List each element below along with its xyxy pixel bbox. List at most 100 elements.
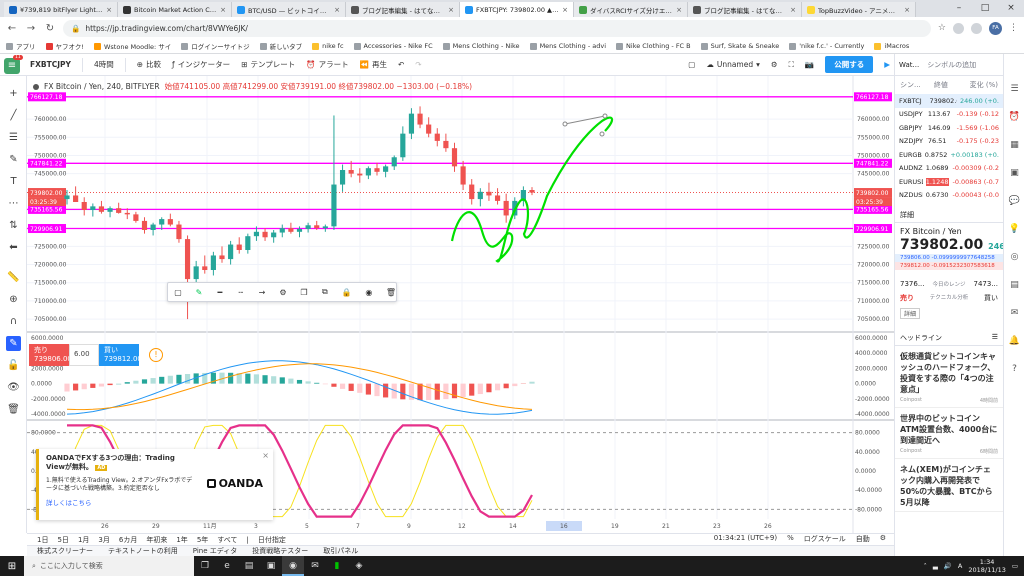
bookmark-item[interactable]: ヤフオク! (45, 41, 84, 51)
bookmark-item[interactable]: iMacros (874, 42, 909, 50)
watchlist-title[interactable]: Wat... (899, 61, 919, 69)
watchlist-icon[interactable]: ☰ (1008, 84, 1021, 97)
pattern-icon[interactable]: ⋯ (6, 196, 21, 211)
explorer-icon[interactable]: ▤ (238, 556, 260, 576)
add-symbol-button[interactable]: シンボルの追加 (927, 60, 976, 70)
brush-icon[interactable]: ✎ (6, 152, 21, 167)
crosshair-icon[interactable]: + (6, 86, 21, 101)
bookmark-item[interactable]: nike fc (312, 42, 344, 50)
close-icon[interactable]: × (220, 6, 226, 14)
fullscreen-button[interactable]: ⛶ (789, 60, 794, 70)
chart-area[interactable]: 26 29 11月 3 5 7 9 12 14 16 19 21 23 26 760000.00 760000… (27, 76, 894, 533)
close-icon[interactable]: × (676, 6, 682, 14)
calendar-icon[interactable]: ▣ (1008, 168, 1021, 181)
indicators-button[interactable]: ƒ インジケーター (172, 59, 230, 70)
news-item[interactable]: 仮想通貨ビットコインキャッシュのハードフォーク、投資をする際の「4つの注意点」 … (895, 346, 1003, 408)
watchlist-row[interactable]: NZDJPY 76.51 -0.175 (-0.23 (895, 135, 1003, 149)
range-5d[interactable]: 5日 (57, 535, 68, 545)
browser-tab[interactable]: ブログ記事編集 - はてなブログ × (688, 2, 802, 17)
oanda-ad-banner[interactable]: OANDAでFXする3つの理由：Trading Viewが無料。 AD 1.無料… (36, 449, 273, 520)
close-icon[interactable]: × (262, 451, 269, 460)
trash-icon[interactable]: 🗑 (6, 402, 21, 417)
magnet-icon[interactable]: ∩ (6, 314, 21, 329)
minimize-icon[interactable]: – (946, 0, 972, 17)
close-icon[interactable]: × (448, 6, 454, 14)
watchlist-row[interactable]: FXBTCJ 739802.00246.00 (+0. (895, 94, 1003, 108)
chevron-up-icon[interactable]: ˄ (924, 562, 927, 570)
text-icon[interactable]: T (6, 174, 21, 189)
browser-tab-active[interactable]: FXBTCJPY: 739802.00 ▲+0. × (460, 2, 574, 17)
pencil-icon[interactable]: ✎ (195, 288, 203, 297)
prediction-icon[interactable]: ⇅ (6, 218, 21, 233)
news-item[interactable]: 世界中のビットコインATM設置台数、4000台に到達間近へ Coinpost 6時… (895, 408, 1003, 459)
ad-link[interactable]: 詳しくはこちら (46, 497, 266, 507)
browser-tab[interactable]: TopBuzzVideo - アニメ・映画 × (802, 2, 916, 17)
tab-text-notes[interactable]: テキストノートの利用 (108, 546, 178, 556)
line-icon[interactable]: ▮ (326, 556, 348, 576)
templates-button[interactable]: ⊞ テンプレート (241, 59, 295, 70)
lock-icon[interactable]: 🔓 (6, 358, 21, 373)
bookmark-item[interactable]: Accessories - Nike FC (353, 42, 433, 50)
tab-stock-screener[interactable]: 株式スクリーナー (37, 546, 93, 556)
notification-icon[interactable]: 🔔 (1008, 336, 1021, 349)
news-item[interactable]: ネム(XEM)がコインチェック内購入再開発表で50%の大暴騰、BTCから5月以降 (895, 459, 1003, 512)
back-icon[interactable]: ← (6, 23, 18, 34)
streams-icon[interactable]: ◎ (1008, 252, 1021, 265)
watchlist-row[interactable]: EURGBP0.8752+0.00183 (+0. (895, 148, 1003, 162)
range-6m[interactable]: 6カ月 (119, 535, 137, 545)
fill-color-icon[interactable]: ▢ (174, 288, 182, 297)
volume-icon[interactable]: 🔊 (944, 562, 952, 570)
tab-pine-editor[interactable]: Pine エディタ (193, 546, 238, 556)
fib-icon[interactable]: ☰ (6, 130, 21, 145)
column-change[interactable]: 変化 (%) (970, 80, 998, 90)
range-ytd[interactable]: 年初来 (146, 535, 167, 545)
menu-icon[interactable]: ⋮ (1009, 23, 1018, 33)
trash-icon[interactable]: 🗑 (386, 288, 396, 297)
data-window-icon[interactable]: ▦ (1008, 140, 1021, 153)
close-window-icon[interactable]: × (998, 0, 1024, 17)
layout-name[interactable]: ☁ Unnamed ▾ (706, 60, 760, 69)
forward-icon[interactable]: → (25, 23, 37, 34)
tab-strategy-tester[interactable]: 投資戦略テスター (252, 546, 308, 556)
close-icon[interactable]: × (334, 6, 340, 14)
template-icon[interactable]: ❐ (300, 288, 308, 297)
bookmark-item[interactable]: 新しいタブ (259, 41, 302, 51)
range-1m[interactable]: 1月 (78, 535, 89, 545)
trend-line-icon[interactable]: ╱ (6, 108, 21, 123)
gear-icon[interactable]: ⚙ (880, 534, 886, 544)
zoom-icon[interactable]: ⊕ (6, 292, 21, 307)
range-1y[interactable]: 1年 (176, 535, 187, 545)
task-view-icon[interactable]: ❐ (194, 556, 216, 576)
goto-date-button[interactable]: 日付指定 (258, 535, 286, 545)
range-all[interactable]: すべて (217, 535, 237, 545)
line-end-icon[interactable]: → (258, 288, 266, 297)
extension-icon[interactable] (971, 22, 982, 34)
taskbar-search-input[interactable]: ⌕ ここに入力して検索 (24, 556, 194, 576)
quantity-input[interactable]: 6.00 (69, 344, 99, 366)
alert-clock-icon[interactable]: ⏰ (1008, 112, 1021, 125)
bookmark-item[interactable]: アプリ (6, 41, 36, 51)
calendar-grid-icon[interactable]: ▤ (1008, 280, 1021, 293)
bookmark-item[interactable]: 'nike f.c.' - Currently (789, 42, 864, 50)
interval-select[interactable]: 4時間 (94, 59, 114, 70)
snapshot-button[interactable]: 📷 (805, 60, 814, 69)
chrome-icon[interactable]: ◉ (282, 556, 304, 576)
url-input[interactable]: 🔒 https://jp.tradingview.com/chart/8VWYe… (63, 19, 931, 37)
lock-icon[interactable]: 🔒 (342, 288, 352, 297)
play-button[interactable]: ▶ (884, 60, 890, 69)
browser-tab[interactable]: ブログ記事編集 - はてなブログ × (346, 2, 460, 17)
network-icon[interactable]: ▃ (933, 562, 938, 570)
reload-icon[interactable]: ↻ (44, 23, 56, 34)
clone-icon[interactable]: ⧉ (321, 287, 329, 297)
settings-button[interactable]: ⚙ (771, 60, 778, 69)
chart-clock[interactable]: 01:34:21 (UTC+9) (714, 534, 777, 544)
calendar-icon[interactable]: | (247, 536, 249, 544)
column-last[interactable]: 終値 (934, 80, 962, 90)
tradingview-logo-icon[interactable]: ≡ (4, 58, 20, 74)
eye-icon[interactable]: ◉ (365, 288, 373, 297)
bookmark-item[interactable]: Mens Clothing - advi (529, 42, 606, 50)
tab-trading-panel[interactable]: 取引パネル (323, 546, 358, 556)
details-more-button[interactable]: 詳細 (900, 308, 921, 319)
layout-button[interactable]: ▢ (688, 60, 695, 69)
range-3m[interactable]: 3月 (98, 535, 109, 545)
